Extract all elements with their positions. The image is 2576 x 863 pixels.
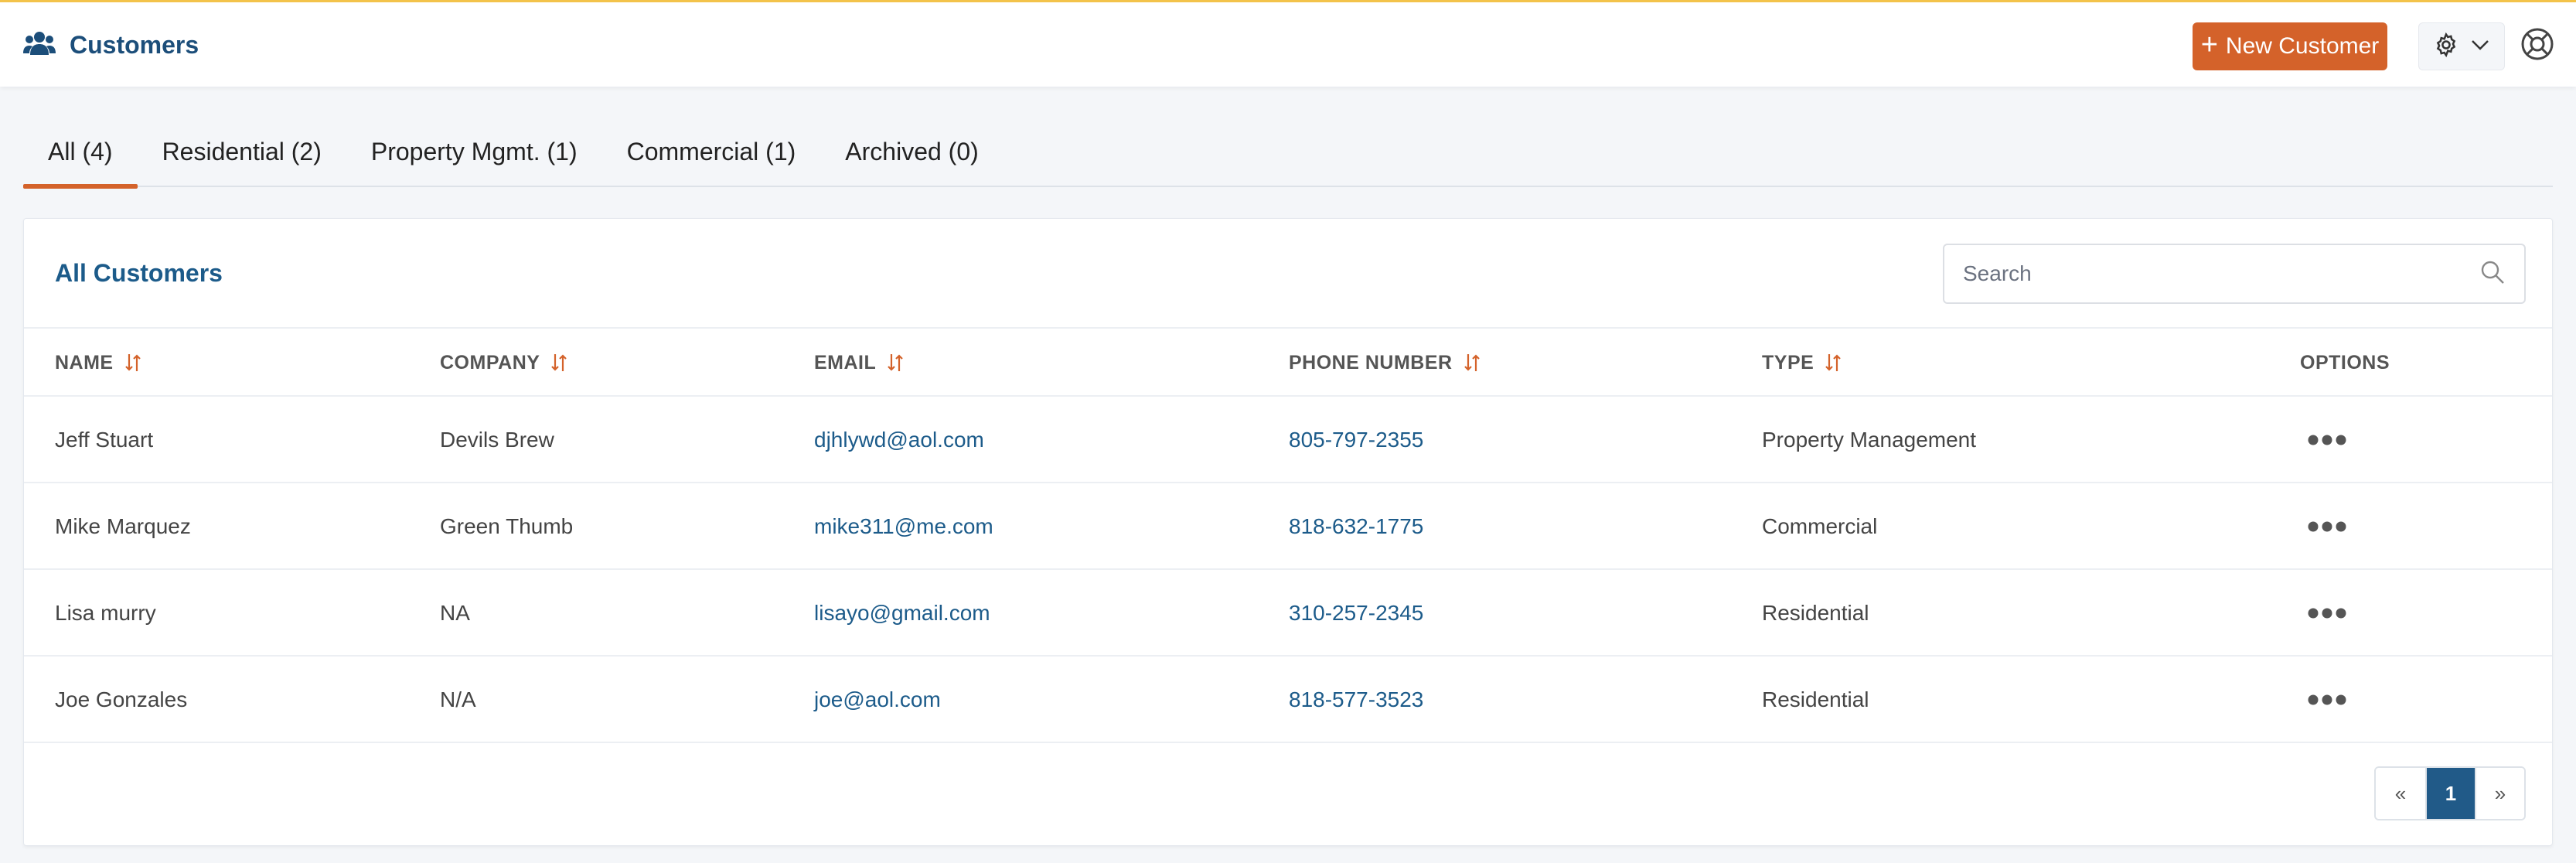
column-label: OPTIONS bbox=[2300, 351, 2390, 374]
cell-type: Residential bbox=[1762, 687, 1869, 711]
more-horizontal-icon bbox=[2308, 435, 2346, 445]
column-header-company[interactable]: COMPANY bbox=[440, 329, 567, 397]
row-options-button[interactable] bbox=[2308, 397, 2346, 483]
customers-panel: All Customers NAME COMPANY EMAIL PHONE N… bbox=[23, 218, 2553, 846]
customer-type-tabs: All (4) Residential (2) Property Mgmt. (… bbox=[23, 116, 2553, 189]
page-header: Customers bbox=[23, 27, 199, 63]
column-label: COMPANY bbox=[440, 351, 540, 374]
more-horizontal-icon bbox=[2308, 608, 2346, 619]
row-options-button[interactable] bbox=[2308, 483, 2346, 570]
cell-name: Lisa murry bbox=[55, 601, 156, 625]
new-customer-button[interactable]: + New Customer bbox=[2193, 22, 2387, 70]
cell-phone-link[interactable]: 818-577-3523 bbox=[1289, 657, 1423, 743]
tab-label: Property Mgmt. (1) bbox=[370, 137, 578, 165]
row-options-button[interactable] bbox=[2308, 570, 2346, 657]
cell-type: Property Management bbox=[1762, 428, 1977, 452]
column-header-name[interactable]: NAME bbox=[55, 329, 141, 397]
table-row[interactable]: Lisa murry NA lisayo@gmail.com 310-257-2… bbox=[24, 570, 2552, 657]
lifebuoy-icon bbox=[2520, 27, 2554, 65]
column-header-type[interactable]: TYPE bbox=[1762, 329, 1842, 397]
table-row[interactable]: Mike Marquez Green Thumb mike311@me.com … bbox=[24, 483, 2552, 570]
cell-type: Residential bbox=[1762, 601, 1869, 625]
cell-company: N/A bbox=[440, 687, 476, 711]
cell-phone-link[interactable]: 805-797-2355 bbox=[1289, 397, 1423, 483]
top-bar: Customers + New Customer bbox=[0, 0, 2576, 87]
cell-email-link[interactable]: djhlywd@aol.com bbox=[814, 397, 984, 483]
sort-icon bbox=[551, 354, 567, 371]
new-customer-label: New Customer bbox=[2225, 33, 2380, 59]
column-header-email[interactable]: EMAIL bbox=[814, 329, 904, 397]
cell-name: Jeff Stuart bbox=[55, 428, 154, 452]
more-horizontal-icon bbox=[2308, 694, 2346, 705]
users-icon bbox=[23, 30, 56, 60]
pagination-page-button[interactable]: 1 bbox=[2425, 768, 2475, 819]
cell-type: Commercial bbox=[1762, 514, 1878, 538]
cell-phone-link[interactable]: 818-632-1775 bbox=[1289, 483, 1423, 570]
column-header-options: OPTIONS bbox=[2300, 329, 2390, 397]
cell-phone-link[interactable]: 310-257-2345 bbox=[1289, 570, 1423, 657]
column-label: TYPE bbox=[1762, 351, 1814, 374]
column-label: EMAIL bbox=[814, 351, 877, 374]
gear-icon bbox=[2433, 32, 2459, 62]
tab-label: Archived (0) bbox=[845, 137, 979, 165]
search-input[interactable] bbox=[1963, 261, 2479, 286]
pagination-prev-button[interactable]: « bbox=[2376, 768, 2425, 819]
tab-residential[interactable]: Residential (2) bbox=[138, 116, 346, 187]
column-label: PHONE NUMBER bbox=[1289, 351, 1453, 374]
cell-name: Joe Gonzales bbox=[55, 687, 188, 711]
cell-company: Devils Brew bbox=[440, 428, 554, 452]
sort-icon bbox=[1825, 354, 1842, 371]
pagination-next-button[interactable]: » bbox=[2475, 768, 2524, 819]
search-icon[interactable] bbox=[2479, 259, 2506, 289]
cell-email-link[interactable]: mike311@me.com bbox=[814, 483, 993, 570]
cell-email-link[interactable]: lisayo@gmail.com bbox=[814, 570, 990, 657]
pagination: « 1 » bbox=[2374, 766, 2526, 820]
panel-title: All Customers bbox=[55, 259, 223, 287]
cell-company: Green Thumb bbox=[440, 514, 574, 538]
cell-name: Mike Marquez bbox=[55, 514, 191, 538]
settings-dropdown-button[interactable] bbox=[2418, 22, 2505, 70]
tab-all[interactable]: All (4) bbox=[23, 116, 138, 189]
cell-email-link[interactable]: joe@aol.com bbox=[814, 657, 941, 743]
help-button[interactable] bbox=[2519, 27, 2556, 64]
tab-property-mgmt[interactable]: Property Mgmt. (1) bbox=[346, 116, 602, 187]
chevron-down-icon bbox=[2470, 38, 2490, 56]
plus-icon: + bbox=[2200, 29, 2218, 61]
sort-icon bbox=[1463, 354, 1480, 371]
sort-icon bbox=[888, 354, 904, 371]
tab-label: Commercial (1) bbox=[626, 137, 796, 165]
sort-icon bbox=[124, 354, 141, 371]
column-header-phone[interactable]: PHONE NUMBER bbox=[1289, 329, 1481, 397]
table-header: NAME COMPANY EMAIL PHONE NUMBER TYPE OPT… bbox=[24, 329, 2552, 397]
table-row[interactable]: Joe Gonzales N/A joe@aol.com 818-577-352… bbox=[24, 657, 2552, 743]
cell-company: NA bbox=[440, 601, 470, 625]
column-label: NAME bbox=[55, 351, 114, 374]
page-title: Customers bbox=[70, 30, 199, 59]
tab-archived[interactable]: Archived (0) bbox=[820, 116, 1003, 187]
table-row[interactable]: Jeff Stuart Devils Brew djhlywd@aol.com … bbox=[24, 397, 2552, 483]
more-horizontal-icon bbox=[2308, 521, 2346, 532]
search-box bbox=[1943, 244, 2526, 304]
tab-label: All (4) bbox=[48, 137, 113, 165]
tab-label: Residential (2) bbox=[162, 137, 322, 165]
tab-commercial[interactable]: Commercial (1) bbox=[602, 116, 821, 187]
row-options-button[interactable] bbox=[2308, 657, 2346, 743]
